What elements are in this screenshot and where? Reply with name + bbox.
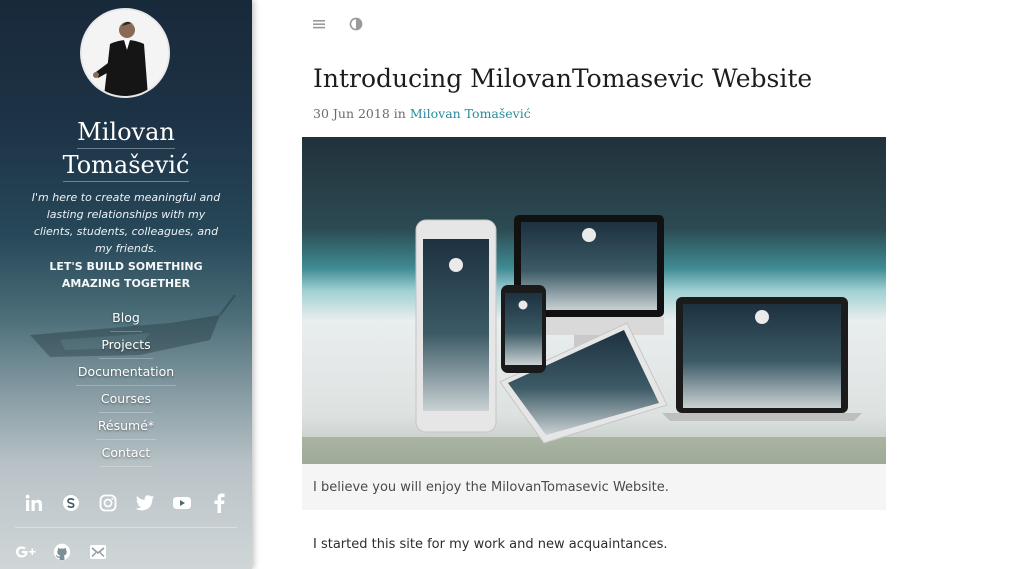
- image-caption: I believe you will enjoy the MilovanToma…: [302, 464, 886, 510]
- nav-item-documentation[interactable]: Documentation: [0, 362, 252, 389]
- social-links-row1: [15, 492, 237, 514]
- site-title[interactable]: Milovan Tomašević: [0, 116, 252, 182]
- post-date: 30 Jun 2018: [313, 106, 390, 121]
- avatar[interactable]: [82, 10, 168, 96]
- site-title-line1: Milovan: [77, 116, 175, 149]
- youtube-icon[interactable]: [171, 492, 193, 514]
- post-body-paragraph: I started this site for my work and new …: [313, 537, 668, 552]
- post-meta-in: in: [393, 106, 406, 121]
- post-author-link[interactable]: Milovan Tomašević: [410, 106, 531, 121]
- nav-item-label: Projects: [99, 335, 153, 359]
- sidebar-nav: Blog Projects Documentation Courses Résu…: [0, 308, 252, 470]
- nav-item-label: Contact: [99, 443, 153, 467]
- nav-item-label: Résumé*: [95, 416, 157, 440]
- sidebar: Milovan Tomašević I'm here to create mea…: [0, 0, 252, 569]
- skype-icon[interactable]: [60, 492, 82, 514]
- nav-item-blog[interactable]: Blog: [0, 308, 252, 335]
- nav-item-projects[interactable]: Projects: [0, 335, 252, 362]
- nav-item-resume[interactable]: Résumé*: [0, 416, 252, 443]
- post-meta: 30 Jun 2018 in Milovan Tomašević: [313, 106, 531, 121]
- call-to-action: LET'S BUILD SOMETHING AMAZING TOGETHER: [49, 260, 203, 290]
- site-title-line2: Tomašević: [62, 149, 190, 182]
- instagram-icon[interactable]: [97, 492, 119, 514]
- email-icon[interactable]: [87, 541, 109, 563]
- nav-item-label: Blog: [110, 308, 142, 332]
- twitter-icon[interactable]: [134, 492, 156, 514]
- github-icon[interactable]: [51, 541, 73, 563]
- facebook-icon[interactable]: [208, 492, 230, 514]
- nav-item-label: Documentation: [75, 362, 177, 386]
- google-plus-icon[interactable]: [15, 541, 37, 563]
- top-toolbar: [312, 15, 364, 33]
- social-links-row2: [15, 541, 109, 563]
- post-hero-image: [302, 137, 886, 464]
- nav-item-label: Courses: [98, 389, 154, 413]
- post-title: Introducing MilovanTomasevic Website: [313, 64, 813, 93]
- nav-item-courses[interactable]: Courses: [0, 389, 252, 416]
- linkedin-icon[interactable]: [23, 492, 45, 514]
- contrast-icon[interactable]: [348, 15, 364, 33]
- menu-icon[interactable]: [312, 15, 328, 33]
- nav-item-contact[interactable]: Contact: [0, 443, 252, 470]
- social-divider: [15, 527, 237, 528]
- tagline: I'm here to create meaningful and lastin…: [31, 191, 221, 255]
- image-caption-text: I believe you will enjoy the MilovanToma…: [313, 480, 669, 495]
